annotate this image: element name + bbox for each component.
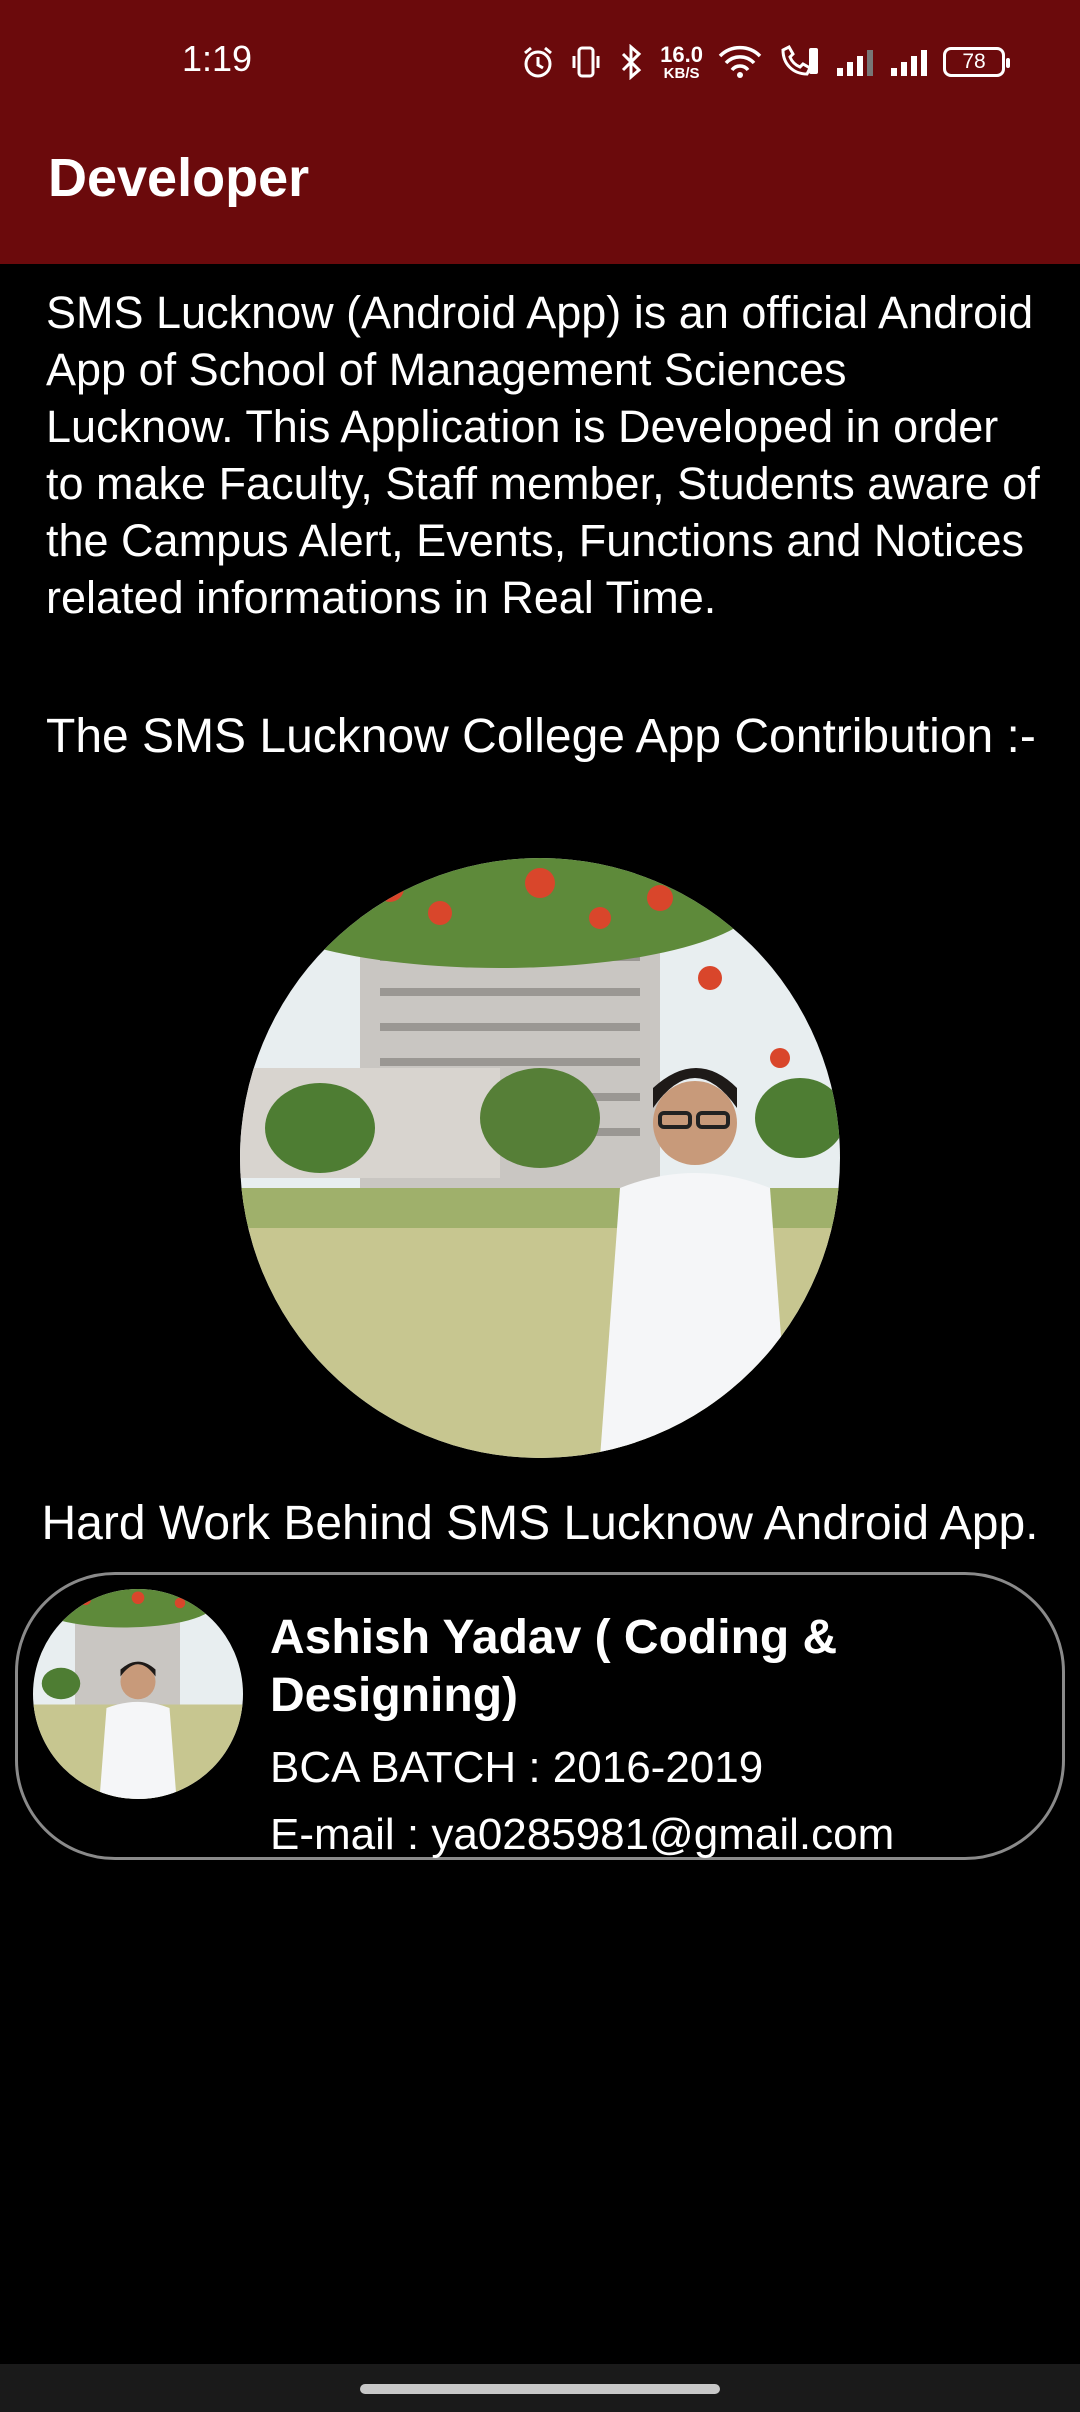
volte-call-icon bbox=[777, 44, 821, 80]
home-gesture-handle[interactable] bbox=[360, 2384, 720, 2394]
wifi-icon bbox=[717, 44, 763, 80]
status-bar: 1:19 16.0 KB/S 78 bbox=[0, 0, 1080, 125]
developer-batch: BCA BATCH : 2016-2019 bbox=[270, 1743, 764, 1792]
alarm-icon bbox=[520, 44, 556, 80]
page-title: Developer bbox=[48, 148, 310, 208]
developer-avatar bbox=[33, 1589, 243, 1799]
developer-name: Ashish Yadav ( Coding & Designing) bbox=[270, 1611, 838, 1722]
net-speed-value: 16.0 bbox=[660, 41, 703, 67]
developer-email: E-mail : ya0285981@gmail.com bbox=[270, 1810, 895, 1859]
app-bar: Developer bbox=[0, 125, 1080, 264]
signal-icon bbox=[889, 44, 929, 80]
hard-work-caption: Hard Work Behind SMS Lucknow Android App… bbox=[41, 1497, 1039, 1550]
net-speed-unit: KB/S bbox=[663, 64, 700, 82]
status-time: 1:19 bbox=[182, 38, 253, 79]
battery-indicator: 78 bbox=[943, 47, 1010, 77]
navigation-bar bbox=[0, 2364, 1080, 2412]
net-speed: 16.0 KB/S bbox=[660, 41, 703, 82]
developer-card[interactable]: Ashish Yadav ( Coding & Designing) BCA B… bbox=[15, 1572, 1065, 1860]
bluetooth-icon bbox=[616, 44, 646, 80]
developer-photo bbox=[240, 858, 840, 1458]
vibrate-icon bbox=[570, 44, 602, 80]
contribution-heading: The SMS Lucknow College App Contribution… bbox=[46, 710, 1036, 763]
app-description: SMS Lucknow (Android App) is an official… bbox=[46, 287, 1040, 623]
status-icons: 16.0 KB/S 78 bbox=[520, 38, 1010, 86]
signal-icon bbox=[835, 44, 875, 80]
